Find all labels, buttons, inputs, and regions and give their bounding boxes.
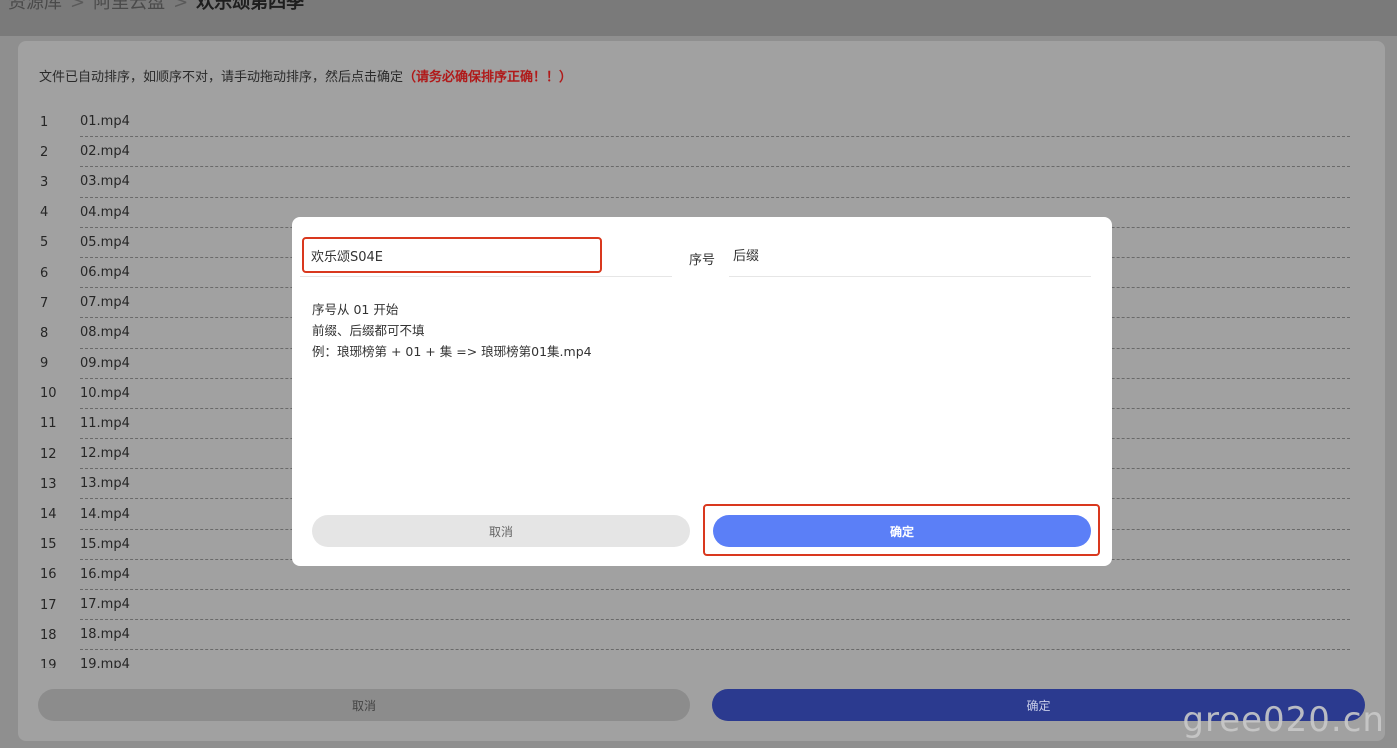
file-index: 18	[40, 627, 57, 643]
file-name: 18.mp4	[80, 620, 1350, 651]
file-row[interactable]: 2 02.mp4	[32, 137, 1350, 168]
file-index: 7	[40, 295, 49, 311]
dialog-cancel-button[interactable]: 取消	[312, 515, 690, 547]
sort-notice-warning: （请务必确保排序正确！！）	[403, 70, 573, 85]
breadcrumb-separator: >	[173, 0, 189, 13]
panel-actions: 取消 确定	[38, 689, 1365, 721]
file-index: 3	[40, 174, 49, 190]
file-name: 17.mp4	[80, 590, 1350, 621]
panel-cancel-button[interactable]: 取消	[38, 689, 690, 721]
file-name: 02.mp4	[80, 137, 1350, 168]
rename-hints: 序号从 01 开始 前缀、后缀都可不填 例：琅琊榜第 + 01 + 集 => 琅…	[312, 299, 592, 362]
file-row[interactable]: 1 01.mp4	[32, 107, 1350, 138]
file-index: 6	[40, 265, 49, 281]
breadcrumb: 资源库 > 阿里云盘 > 欢乐颂第四季	[8, 0, 304, 14]
prefix-input[interactable]	[302, 237, 602, 273]
file-index: 13	[40, 476, 57, 492]
file-index: 4	[40, 205, 49, 221]
sort-notice: 文件已自动排序，如顺序不对，请手动拖动排序，然后点击确定（请务必确保排序正确！！…	[39, 66, 572, 85]
file-index: 1	[40, 114, 49, 130]
file-index: 14	[40, 507, 57, 523]
file-index: 11	[40, 416, 57, 432]
file-index: 10	[40, 386, 57, 402]
file-row[interactable]: 17 17.mp4	[32, 590, 1350, 621]
breadcrumb-item-aliyun[interactable]: 阿里云盘	[93, 0, 165, 13]
file-row[interactable]: 19 19.mp4	[32, 650, 1350, 668]
file-index: 15	[40, 537, 57, 553]
file-index: 16	[40, 567, 57, 583]
file-index: 12	[40, 446, 57, 462]
file-name: 19.mp4	[80, 650, 1350, 668]
hint-line: 前缀、后缀都可不填	[312, 323, 425, 338]
breadcrumb-separator: >	[70, 0, 86, 13]
file-index: 17	[40, 597, 57, 613]
file-index: 19	[40, 657, 57, 668]
sort-notice-text: 文件已自动排序，如顺序不对，请手动拖动排序，然后点击确定	[39, 70, 404, 85]
sequence-label: 序号	[689, 253, 716, 268]
prefix-field	[300, 235, 672, 277]
watermark: gree020.cn	[1182, 700, 1385, 740]
file-index: 2	[40, 144, 49, 160]
file-index: 8	[40, 325, 49, 341]
top-bar: 资源库 > 阿里云盘 > 欢乐颂第四季	[0, 0, 1397, 36]
hint-line: 序号从 01 开始	[312, 302, 399, 317]
file-name: 01.mp4	[80, 107, 1350, 138]
file-index: 5	[40, 235, 49, 251]
hint-line: 例：琅琊榜第 + 01 + 集 => 琅琊榜第01集.mp4	[312, 344, 592, 359]
rename-dialog: 序号 序号从 01 开始 前缀、后缀都可不填 例：琅琊榜第 + 01 + 集 =…	[292, 217, 1112, 566]
breadcrumb-item-library[interactable]: 资源库	[8, 0, 62, 13]
file-name: 03.mp4	[80, 167, 1350, 198]
breadcrumb-current: 欢乐颂第四季	[196, 0, 305, 13]
file-row[interactable]: 3 03.mp4	[32, 167, 1350, 198]
file-index: 9	[40, 356, 49, 372]
dialog-confirm-button[interactable]: 确定	[713, 515, 1091, 547]
suffix-input[interactable]	[729, 237, 1091, 277]
file-row[interactable]: 18 18.mp4	[32, 620, 1350, 651]
